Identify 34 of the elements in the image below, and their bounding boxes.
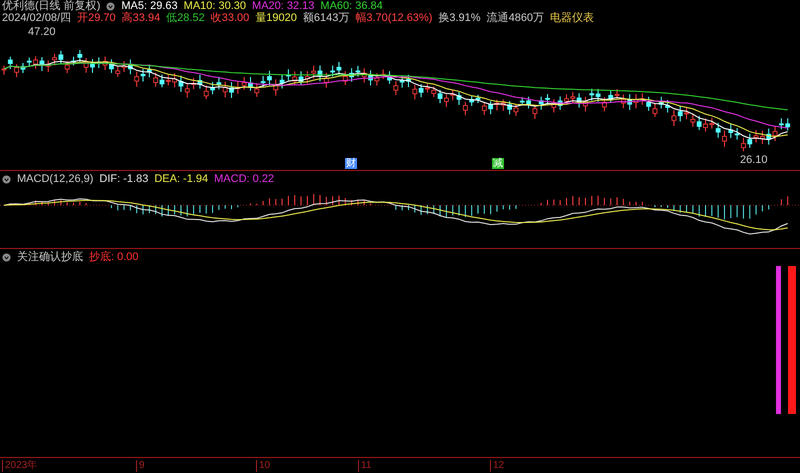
indicator-value: DEA: -1.94 (154, 173, 208, 185)
quote-value: 流通4860万 (486, 12, 544, 24)
moving-average-value: MA5: 29.63 (121, 0, 178, 12)
quote-value: 量19020 (255, 12, 297, 24)
quote-value: 幅3.70(12.63%) (355, 12, 432, 24)
indicator-name: 关注确认抄底 (17, 251, 83, 263)
moving-average-value: MA10: 30.30 (184, 0, 246, 12)
high-price-label: 47.20 (28, 26, 56, 38)
axis-label: 2023年 (2, 460, 38, 472)
quote-value: 开29.70 (77, 12, 116, 24)
quote-value: 高33.94 (122, 12, 160, 24)
quote-value: 低28.52 (166, 12, 205, 24)
quote-value: 换3.91% (438, 12, 481, 24)
indicator-value: DIF: -1.83 (99, 173, 148, 185)
dropdown-icon[interactable] (2, 174, 11, 184)
quote-value: 额6143万 (302, 12, 350, 24)
axis-label: 12 (490, 460, 504, 472)
moving-average-value: MA60: 36.84 (320, 0, 383, 12)
quote-value: 收33.00 (210, 12, 250, 24)
stock-title: 优利德(日线 前复权) (2, 0, 100, 12)
axis-label: 11 (358, 460, 372, 472)
indicator-value: 抄底: 0.00 (89, 251, 139, 263)
event-marker[interactable]: 财 (345, 158, 357, 169)
indicator-name: MACD(12,26,9) (17, 173, 94, 185)
dropdown-icon[interactable] (2, 252, 11, 262)
quote-value: 电器仪表 (550, 12, 594, 24)
event-marker[interactable]: 减 (492, 158, 504, 169)
moving-average-value: MA20: 32.13 (252, 0, 314, 12)
axis-label: 9 (136, 460, 145, 472)
low-price-label: 26.10 (740, 154, 768, 166)
axis-label: 10 (256, 460, 270, 472)
dropdown-icon[interactable] (106, 2, 116, 10)
indicator-value: MACD: 0.22 (214, 173, 274, 185)
quote-value: 2024/02/08/四 (2, 12, 72, 24)
